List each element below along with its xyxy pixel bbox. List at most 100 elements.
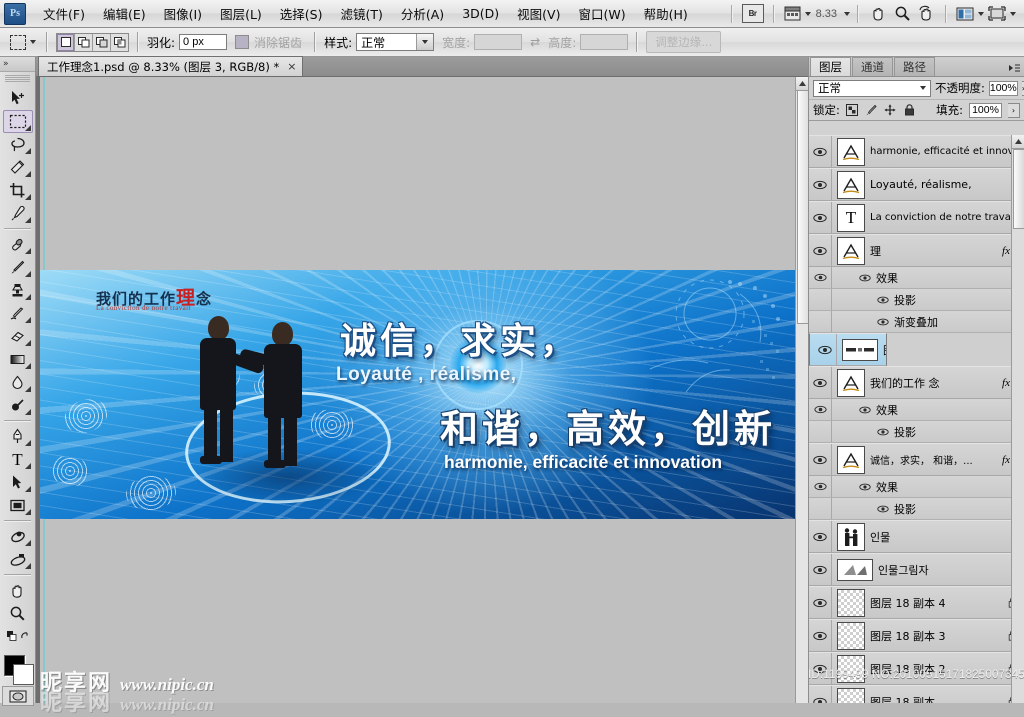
refine-edge-button[interactable]: 调整边缘... — [646, 31, 722, 53]
effect-label[interactable]: 投影 — [894, 424, 916, 440]
add-to-selection-button[interactable] — [75, 33, 93, 51]
style-select[interactable]: 正常 — [356, 33, 435, 51]
layer-visibility-toggle[interactable] — [809, 367, 832, 398]
type-tool[interactable]: T — [3, 448, 33, 471]
toolbox-collapse-handle[interactable]: » — [0, 57, 35, 72]
table-row[interactable]: harmonie, efficacité et innovation — [809, 135, 1024, 168]
layer-name[interactable]: Loyauté, réalisme, — [870, 178, 1024, 191]
effect-visibility[interactable] — [809, 421, 832, 442]
table-row[interactable]: 인물그림자 — [809, 553, 1024, 586]
rotate-view-tool-button[interactable] — [914, 4, 938, 24]
list-item[interactable]: 投影 — [809, 289, 1024, 311]
background-color-swatch[interactable] — [12, 664, 34, 685]
layer-visibility-toggle[interactable] — [809, 653, 832, 684]
move-tool[interactable] — [3, 87, 33, 110]
table-row[interactable]: 인물 — [809, 520, 1024, 553]
view-extras-button[interactable] — [782, 4, 813, 24]
menu-help[interactable]: 帮助(H) — [635, 0, 697, 27]
lock-all-button[interactable] — [903, 104, 916, 117]
layer-thumbnail[interactable] — [837, 687, 865, 703]
layer-thumbnail[interactable] — [837, 522, 865, 551]
eyedropper-tool[interactable] — [3, 202, 33, 225]
canvas-vertical-scrollbar[interactable] — [795, 77, 808, 703]
effect-eye-icon[interactable] — [876, 296, 890, 304]
healing-brush-tool[interactable] — [3, 233, 33, 256]
effect-visibility[interactable] — [809, 289, 832, 310]
effects-eye-icon[interactable] — [858, 274, 872, 282]
effect-eye-icon[interactable] — [876, 505, 890, 513]
list-item[interactable]: 渐变叠加 — [809, 311, 1024, 333]
panel-menu-button[interactable] — [1007, 63, 1021, 73]
lock-image-pixels-button[interactable] — [865, 104, 878, 117]
layer-name[interactable]: La conviction de notre travail — [870, 212, 1024, 223]
menu-layer[interactable]: 图层(L) — [211, 0, 271, 27]
table-row[interactable]: 理 fx — [809, 234, 1024, 267]
layer-list[interactable]: harmonie, efficacité et innovation Loyau… — [809, 135, 1024, 703]
layer-thumbnail[interactable] — [837, 654, 865, 683]
chevron-down-icon[interactable] — [844, 11, 850, 16]
lock-transparent-pixels-button[interactable] — [846, 104, 859, 117]
table-row[interactable]: 图层 18 副本 4 — [809, 586, 1024, 619]
table-row[interactable]: T La conviction de notre travail — [809, 201, 1024, 234]
zoom-tool-button[interactable] — [890, 4, 914, 24]
menu-file[interactable]: 文件(F) — [34, 0, 94, 27]
fill-stepper[interactable]: › — [1008, 102, 1020, 118]
layer-name[interactable]: harmonie, efficacité et innovation — [870, 146, 1024, 157]
layer-visibility-toggle[interactable] — [809, 235, 832, 266]
layer-thumbnail[interactable] — [837, 137, 865, 166]
effect-visibility[interactable] — [809, 498, 832, 519]
effects-group-label[interactable]: 效果 — [876, 270, 898, 286]
menu-select[interactable]: 选择(S) — [271, 0, 332, 27]
layer-name[interactable]: 图层 3 — [883, 342, 886, 358]
zoom-level-value[interactable]: 8.33 — [813, 8, 840, 20]
menu-filter[interactable]: 滤镜(T) — [331, 0, 391, 27]
list-item[interactable]: 效果 — [809, 267, 1024, 289]
layer-visibility-toggle[interactable] — [809, 202, 832, 233]
gradient-tool[interactable] — [3, 348, 33, 371]
layer-name[interactable]: 인물그림자 — [878, 562, 1024, 578]
blur-tool[interactable] — [3, 371, 33, 394]
menu-view[interactable]: 视图(V) — [508, 0, 569, 27]
layer-visibility-toggle[interactable] — [809, 620, 832, 651]
effect-label[interactable]: 投影 — [894, 501, 916, 517]
layer-thumbnail[interactable] — [837, 170, 865, 199]
document-tab[interactable]: 工作理念1.psd @ 8.33% (图层 3, RGB/8) * × — [38, 56, 304, 76]
canvas-area[interactable]: 我们的工作理念 La conviction de notre travail 诚… — [36, 77, 808, 703]
tab-channels[interactable]: 通道 — [852, 57, 893, 76]
3d-rotate-tool[interactable] — [3, 525, 33, 548]
layer-thumbnail[interactable]: T — [837, 203, 865, 232]
photoshop-logo-icon[interactable]: Ps — [4, 2, 26, 25]
switch-colors-row[interactable] — [3, 625, 33, 648]
close-icon[interactable]: × — [287, 60, 296, 73]
table-row[interactable]: 图层 18 副本 3 — [809, 619, 1024, 652]
effects-group-label[interactable]: 效果 — [876, 479, 898, 495]
crop-tool[interactable] — [3, 179, 33, 202]
layer-name[interactable]: 我们的工作 念 — [870, 375, 1002, 391]
scrollbar-thumb[interactable] — [1013, 149, 1024, 229]
tool-preset-picker[interactable] — [8, 32, 38, 52]
menu-window[interactable]: 窗口(W) — [569, 0, 634, 27]
layer-thumbnail[interactable] — [837, 588, 865, 617]
list-item[interactable]: 效果 — [809, 399, 1024, 421]
layer-thumbnail[interactable] — [837, 621, 865, 650]
lock-position-button[interactable] — [884, 104, 897, 117]
effects-eye-icon[interactable] — [858, 483, 872, 491]
intersect-selection-button[interactable] — [111, 33, 128, 51]
feather-input[interactable]: 0 px — [179, 34, 228, 50]
effects-group-visibility[interactable] — [809, 476, 832, 497]
opacity-input[interactable]: 100% — [988, 80, 1018, 96]
tab-paths[interactable]: 路径 — [894, 57, 935, 76]
rectangle-shape-tool[interactable] — [3, 494, 33, 517]
lasso-tool[interactable] — [3, 133, 33, 156]
quick-mask-button[interactable] — [1, 686, 34, 706]
fill-input[interactable]: 100% — [969, 102, 1002, 118]
brush-tool[interactable] — [3, 256, 33, 279]
menu-3d[interactable]: 3D(D) — [453, 2, 508, 25]
layer-visibility-toggle[interactable] — [809, 686, 832, 703]
layer-visibility-toggle[interactable] — [809, 587, 832, 618]
layer-name[interactable]: 图层 18 副本 2 — [870, 661, 1005, 677]
effects-eye-icon[interactable] — [858, 406, 872, 414]
table-row[interactable]: 我们的工作 念 fx — [809, 366, 1024, 399]
layer-name[interactable]: 图层 18 副本 — [870, 694, 1005, 704]
scroll-up-button[interactable] — [1012, 135, 1024, 149]
